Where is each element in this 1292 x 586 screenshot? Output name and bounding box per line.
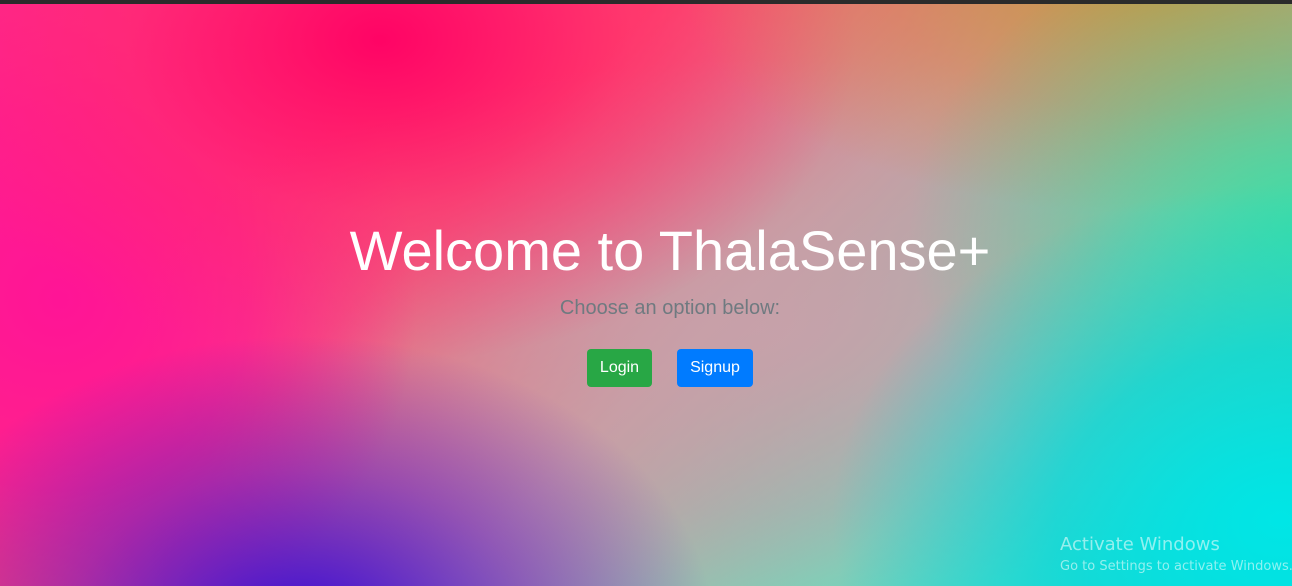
browser-top-strip [0, 0, 1292, 4]
signup-button[interactable]: Signup [677, 349, 753, 387]
login-button[interactable]: Login [587, 349, 652, 387]
watermark-title: Activate Windows [1060, 534, 1220, 555]
activate-windows-watermark: Activate Windows Go to Settings to activ… [1060, 534, 1292, 576]
watermark-subtitle: Go to Settings to activate Windows. [1060, 559, 1292, 574]
welcome-panel: Welcome to ThalaSense+ Choose an option … [0, 0, 1292, 586]
page-subtitle: Choose an option below: [559, 297, 781, 319]
page-title: Welcome to ThalaSense+ [349, 219, 991, 282]
